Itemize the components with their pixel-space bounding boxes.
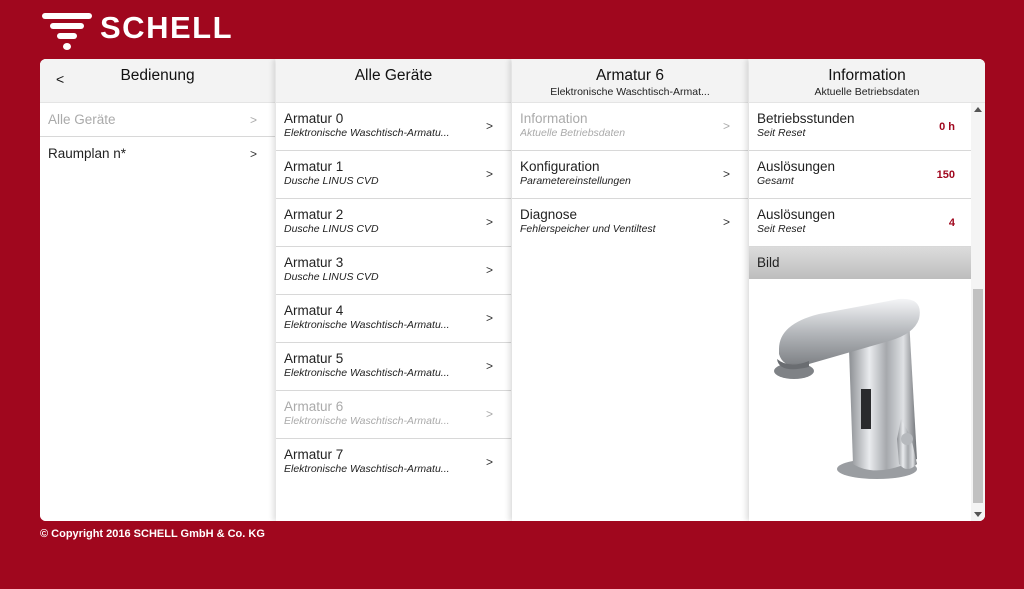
arrow-down-icon[interactable] — [974, 512, 982, 517]
column-armatur: Armatur 6 Elektronische Waschtisch-Armat… — [512, 59, 748, 521]
device-item-armatur-6[interactable]: Armatur 6 Elektronische Waschtisch-Armat… — [276, 391, 511, 439]
footer-copyright: © Copyright 2016 SCHELL GmbH & Co. KG — [40, 528, 265, 540]
nav-item-raumplan[interactable]: Raumplan n* > — [40, 137, 275, 171]
info-value: 4 — [948, 217, 955, 229]
column-header: Armatur 6 Elektronische Waschtisch-Armat… — [512, 59, 748, 103]
info-sublabel: Seit Reset — [757, 223, 806, 235]
nav-item-label: Alle Geräte — [48, 112, 116, 127]
info-content: Betriebsstunden Seit Reset 0 h Auslösung… — [749, 103, 971, 509]
menu-item-konfiguration[interactable]: Konfiguration Parametereinstellungen > — [512, 151, 748, 199]
image-section-header: Bild — [749, 247, 971, 279]
chevron-right-icon: > — [249, 113, 257, 127]
back-button[interactable]: < — [56, 71, 64, 87]
device-label: Armatur 7 — [284, 447, 344, 462]
column-title: Armatur 6 — [595, 67, 665, 84]
chevron-right-icon: > — [722, 119, 730, 133]
device-description: Elektronische Waschtisch-Armatu... — [284, 367, 450, 379]
app-panel: < Bedienung Alle Geräte > Raumplan n* > … — [40, 59, 985, 521]
device-item-armatur-5[interactable]: Armatur 5 Elektronische Waschtisch-Armat… — [276, 343, 511, 391]
scrollbar[interactable] — [971, 103, 985, 521]
device-description: Dusche LINUS CVD — [284, 223, 379, 235]
chevron-right-icon: > — [485, 359, 493, 373]
nav-item-alle-geraete[interactable]: Alle Geräte > — [40, 103, 275, 137]
chevron-right-icon: > — [485, 119, 493, 133]
chevron-right-icon: > — [485, 263, 493, 277]
column-title: Alle Geräte — [354, 67, 433, 84]
device-description: Elektronische Waschtisch-Armatu... — [284, 127, 450, 139]
device-item-armatur-4[interactable]: Armatur 4 Elektronische Waschtisch-Armat… — [276, 295, 511, 343]
device-label: Armatur 0 — [284, 111, 344, 126]
scroll-thumb[interactable] — [973, 289, 983, 503]
device-item-armatur-2[interactable]: Armatur 2 Dusche LINUS CVD > — [276, 199, 511, 247]
device-item-armatur-0[interactable]: Armatur 0 Elektronische Waschtisch-Armat… — [276, 103, 511, 151]
chevron-right-icon: > — [485, 311, 493, 325]
device-item-armatur-1[interactable]: Armatur 1 Dusche LINUS CVD > — [276, 151, 511, 199]
device-label: Armatur 4 — [284, 303, 344, 318]
device-label: Armatur 1 — [284, 159, 344, 174]
info-row-betriebsstunden: Betriebsstunden Seit Reset 0 h — [749, 103, 971, 151]
column-subtitle: Aktuelle Betriebsdaten — [814, 86, 920, 98]
device-description: Elektronische Waschtisch-Armatu... — [284, 463, 450, 475]
chevron-right-icon: > — [485, 455, 493, 469]
device-description: Dusche LINUS CVD — [284, 175, 379, 187]
faucet-image-icon — [774, 298, 920, 479]
chevron-right-icon: > — [249, 147, 257, 161]
info-row-ausloesungen-reset: Auslösungen Seit Reset 4 — [749, 199, 971, 247]
device-description: Elektronische Waschtisch-Armatu... — [284, 319, 450, 331]
brand-name: SCHELL — [100, 10, 233, 45]
info-label: Auslösungen — [757, 207, 836, 222]
chevron-right-icon: > — [485, 215, 493, 229]
chevron-right-icon: > — [722, 167, 730, 181]
column-header: Information Aktuelle Betriebsdaten — [749, 59, 985, 103]
column-title: Bedienung — [120, 67, 195, 84]
brand-logo: SCHELL — [42, 8, 233, 52]
product-image — [749, 279, 971, 509]
menu-item-label: Diagnose — [520, 207, 578, 222]
device-label: Armatur 2 — [284, 207, 344, 222]
chevron-right-icon: > — [485, 407, 493, 421]
menu-item-description: Aktuelle Betriebsdaten — [520, 127, 626, 139]
device-label: Armatur 6 — [284, 399, 344, 414]
menu-item-diagnose[interactable]: Diagnose Fehlerspeicher und Ventiltest > — [512, 199, 748, 247]
column-information: Information Aktuelle Betriebsdaten Betri… — [749, 59, 985, 521]
device-item-armatur-7[interactable]: Armatur 7 Elektronische Waschtisch-Armat… — [276, 439, 511, 487]
column-subtitle: Elektronische Waschtisch-Armat... — [550, 86, 710, 98]
menu-item-description: Parametereinstellungen — [520, 175, 631, 187]
arrow-up-icon[interactable] — [974, 107, 982, 112]
device-description: Dusche LINUS CVD — [284, 271, 379, 283]
device-label: Armatur 3 — [284, 255, 344, 270]
menu-item-label: Information — [520, 111, 588, 126]
menu-item-information[interactable]: Information Aktuelle Betriebsdaten > — [512, 103, 748, 151]
device-item-armatur-3[interactable]: Armatur 3 Dusche LINUS CVD > — [276, 247, 511, 295]
column-bedienung: < Bedienung Alle Geräte > Raumplan n* > — [40, 59, 275, 521]
column-title: Information — [828, 67, 906, 84]
nav-item-label: Raumplan n* — [48, 146, 127, 161]
info-value: 150 — [936, 169, 955, 181]
column-alle-geraete: Alle Geräte Armatur 0 Elektronische Wasc… — [276, 59, 511, 521]
schell-water-logo-icon — [42, 10, 92, 50]
column-header: < Bedienung — [40, 59, 275, 103]
info-row-ausloesungen-gesamt: Auslösungen Gesamt 150 — [749, 151, 971, 199]
device-description: Elektronische Waschtisch-Armatu... — [284, 415, 450, 427]
menu-item-label: Konfiguration — [520, 159, 600, 174]
chevron-right-icon: > — [485, 167, 493, 181]
device-label: Armatur 5 — [284, 351, 344, 366]
menu-item-description: Fehlerspeicher und Ventiltest — [520, 223, 656, 235]
column-header: Alle Geräte — [276, 59, 511, 103]
info-value: 0 h — [939, 121, 955, 133]
chevron-right-icon: > — [722, 215, 730, 229]
